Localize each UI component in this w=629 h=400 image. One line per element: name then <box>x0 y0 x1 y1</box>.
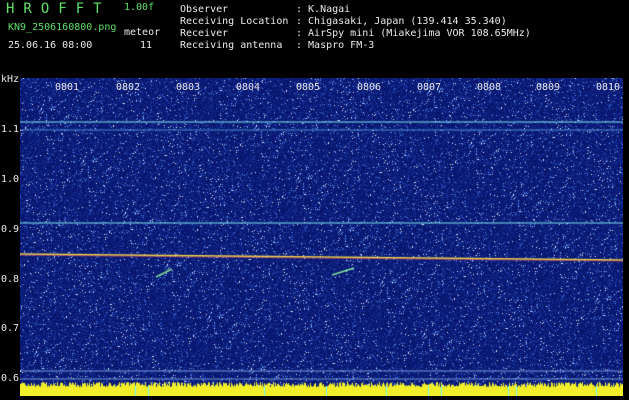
x-tick: 0804 <box>236 82 261 93</box>
date-time: 25.06.16 08:00 <box>8 40 93 51</box>
meteor-count: 11 <box>140 40 153 51</box>
x-tick: 0809 <box>536 82 561 93</box>
y-tick: 0.7 <box>1 323 20 334</box>
receiver-value: : AirSpy mini (Miakejima VOR 108.65MHz) <box>296 28 531 39</box>
y-tick: 0.9 <box>1 224 20 235</box>
x-tick: 0810 <box>596 82 621 93</box>
x-tick: 0803 <box>176 82 201 93</box>
y-tick: 0.6 <box>1 373 20 384</box>
app-name: HROFFT <box>6 1 111 17</box>
x-tick: 0802 <box>116 82 141 93</box>
x-tick: 0801 <box>55 82 80 93</box>
meteor-label: meteor <box>124 27 161 38</box>
location-value: : Chigasaki, Japan (139.414 35.340) <box>296 16 507 27</box>
x-tick: 0806 <box>357 82 382 93</box>
x-tick: 0805 <box>296 82 321 93</box>
y-tick: 1.1 <box>1 124 20 135</box>
x-tick: 0807 <box>417 82 442 93</box>
y-axis-unit: kHz <box>1 74 20 85</box>
y-tick: 0.8 <box>1 274 20 285</box>
antenna-value: : Maspro FM-3 <box>296 40 375 51</box>
observer-label: Observer <box>180 4 229 15</box>
file-name: KN9_2506160800.png <box>8 22 117 33</box>
observer-value: : K.Nagai <box>296 4 351 15</box>
receiver-label: Receiver <box>180 28 229 39</box>
y-tick: 1.0 <box>1 174 20 185</box>
x-tick: 0808 <box>477 82 502 93</box>
location-label: Receiving Location <box>180 16 289 27</box>
spectrogram-canvas <box>20 78 623 396</box>
antenna-label: Receiving antenna <box>180 40 283 51</box>
app-version: 1.00f <box>124 2 155 13</box>
